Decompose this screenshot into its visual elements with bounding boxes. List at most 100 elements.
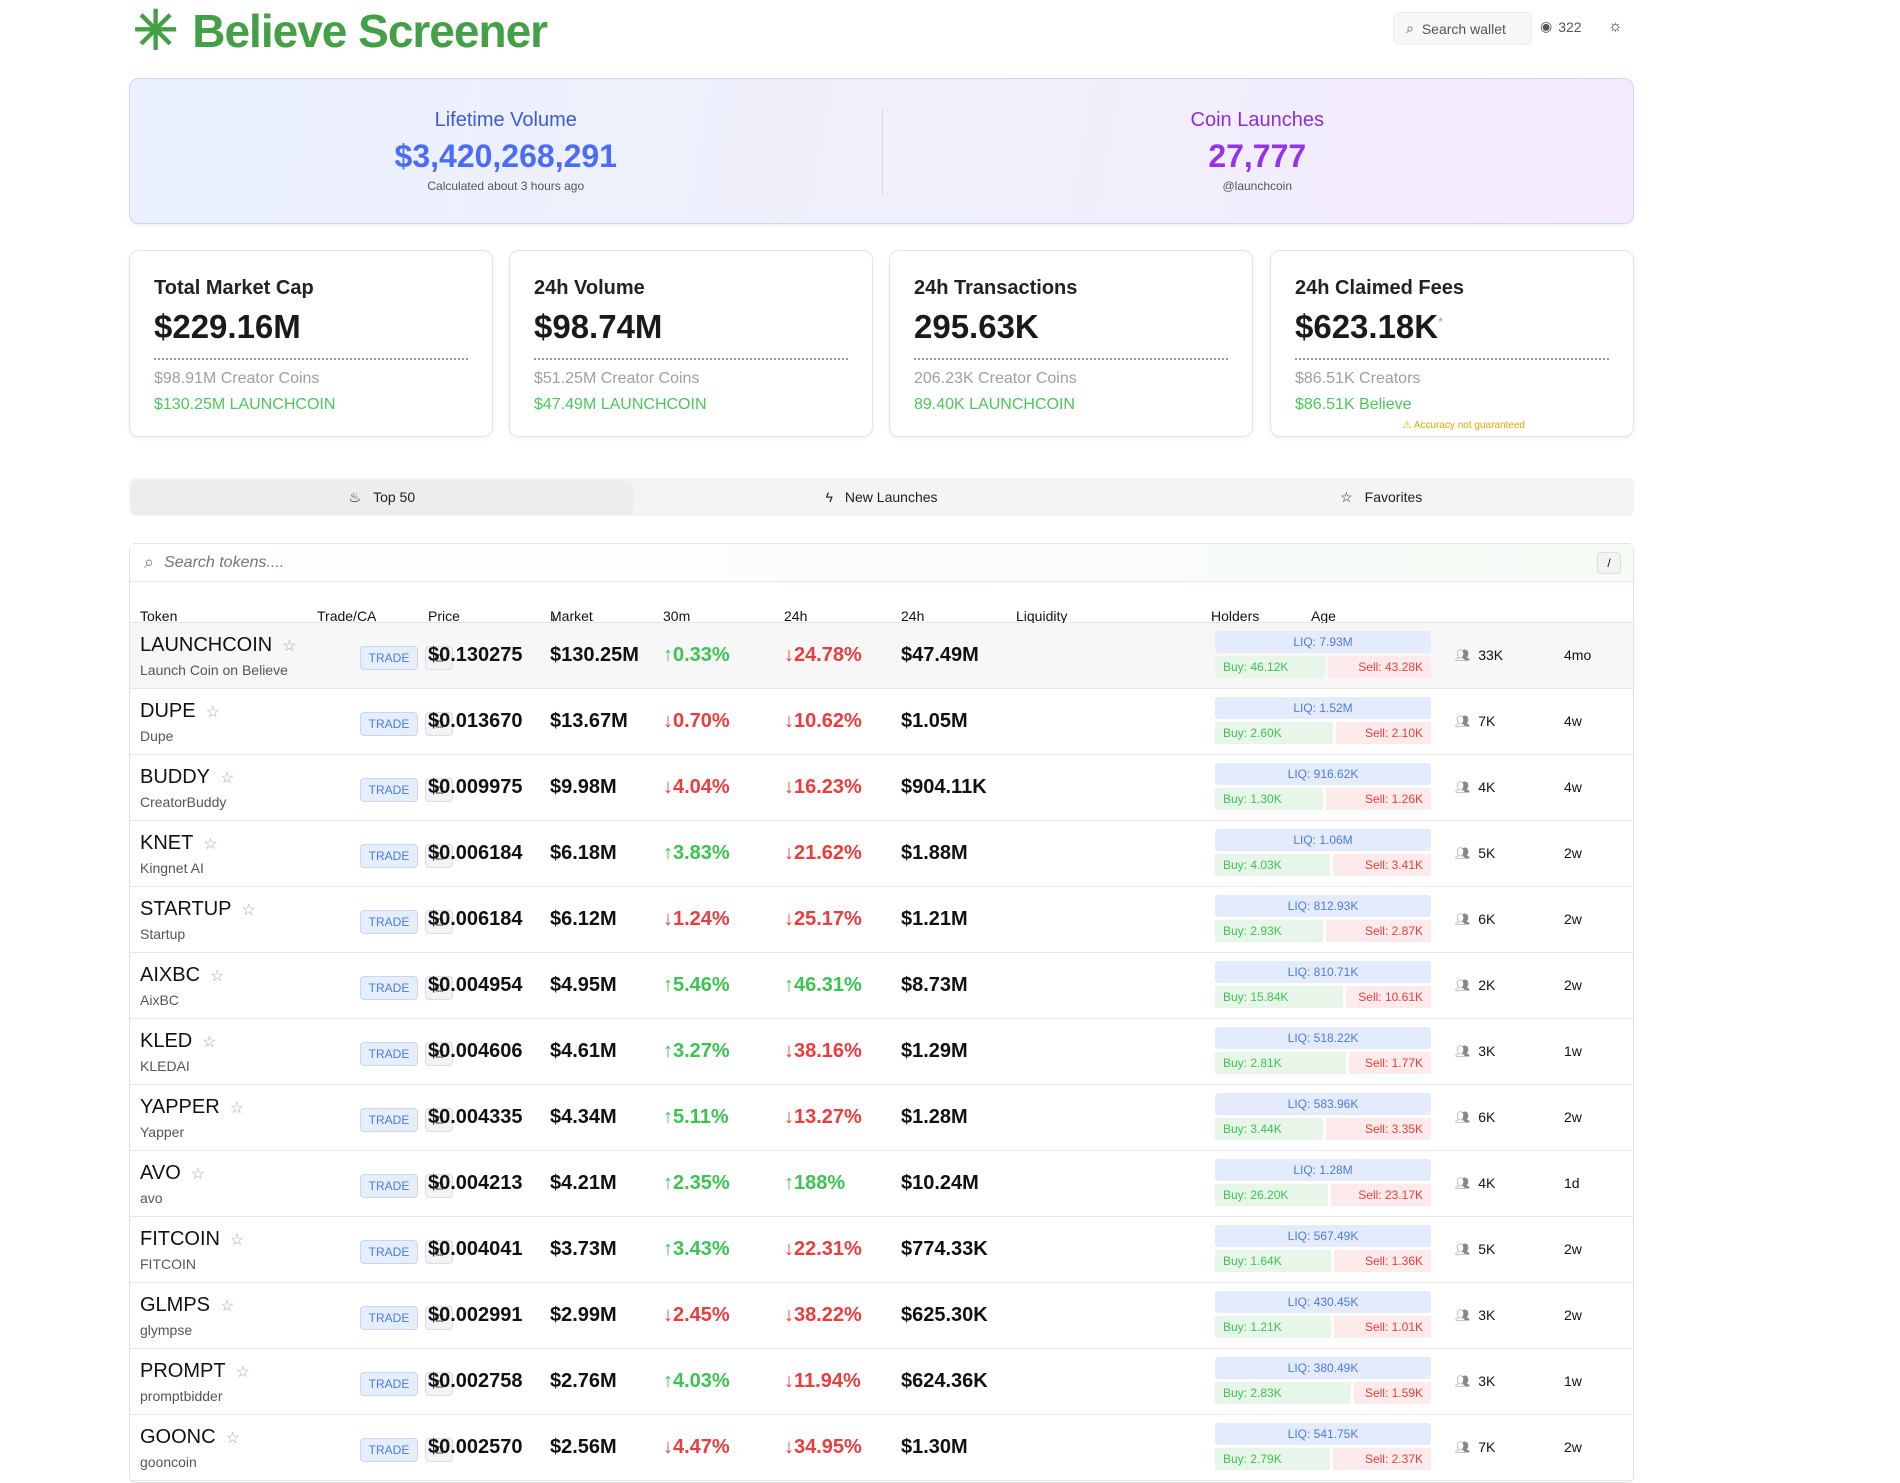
table-row[interactable]: STARTUP ☆ Startup TRADE ⧉ $0.006184 $6.12…	[130, 887, 1633, 953]
token-symbol[interactable]: KNET	[140, 832, 193, 855]
arrow-down-icon: ↓	[784, 1238, 794, 1260]
token-symbol[interactable]: YAPPER	[140, 1096, 220, 1119]
tab-favorites[interactable]: ☆ Favorites	[1131, 481, 1631, 513]
trade-button[interactable]: TRADE	[360, 646, 418, 670]
favorite-star-icon[interactable]: ☆	[202, 1032, 216, 1052]
liquidity-badge: LIQ: 583.96K	[1215, 1093, 1431, 1115]
stat-launchcoin-line: $130.25M LAUNCHCOIN	[154, 396, 336, 413]
trade-button[interactable]: TRADE	[360, 1042, 418, 1066]
trade-button[interactable]: TRADE	[360, 1306, 418, 1330]
price: $0.002570	[428, 1436, 523, 1458]
sell-count: Sell: 1.01K	[1334, 1316, 1431, 1338]
change-24h: ↓38.22%	[784, 1304, 862, 1327]
holders-value: 33K	[1478, 647, 1504, 663]
market-cap: $9.98M	[550, 776, 617, 798]
trade-button[interactable]: TRADE	[360, 1108, 418, 1132]
change-24h: ↓34.95%	[784, 1436, 862, 1459]
dotted-divider	[1295, 358, 1609, 360]
stat-title: 24h Volume	[534, 277, 645, 299]
table-row[interactable]: KNET ☆ Kingnet AI TRADE ⧉ $0.006184 $6.18…	[130, 821, 1633, 887]
favorite-star-icon[interactable]: ☆	[230, 1098, 244, 1118]
table-row[interactable]: AIXBC ☆ AixBC TRADE ⧉ $0.004954 $4.95M ↑5…	[130, 953, 1633, 1019]
token-symbol[interactable]: AIXBC	[140, 964, 200, 987]
token-symbol[interactable]: GLMPS	[140, 1294, 210, 1317]
token-symbol[interactable]: AVO	[140, 1162, 181, 1185]
stat-creator-line: $86.51K Creators	[1295, 370, 1421, 387]
table-header: TokenTrade/CAPriceMarket Cap ↓30m Change…	[130, 582, 1633, 672]
token-symbol[interactable]: KLED	[140, 1030, 192, 1053]
theme-toggle-sun-icon[interactable]: ☼	[1608, 18, 1623, 36]
token-symbol[interactable]: GOONC	[140, 1426, 216, 1449]
sell-count: Sell: 23.17K	[1331, 1184, 1431, 1206]
market-cap: $2.99M	[550, 1304, 617, 1326]
logo[interactable]: ✳ Believe Screener	[133, 4, 548, 58]
favorite-star-icon[interactable]: ☆	[230, 1230, 244, 1250]
table-row[interactable]: FITCOIN ☆ FITCOIN TRADE ⧉ $0.004041 $3.73…	[130, 1217, 1633, 1283]
table-row[interactable]: AVO ☆ avo TRADE ⧉ $0.004213 $4.21M ↑2.35%…	[130, 1151, 1633, 1217]
table-row[interactable]: PROMPT ☆ promptbidder TRADE ⧉ $0.002758 $…	[130, 1349, 1633, 1415]
token-symbol[interactable]: STARTUP	[140, 898, 232, 921]
volume-24h: $625.30K	[901, 1304, 988, 1326]
table-row[interactable]: LAUNCHCOIN ☆ Launch Coin on Believe TRADE…	[130, 623, 1633, 689]
holders-value: 4K	[1478, 1175, 1496, 1191]
arrow-down-icon: ↓	[784, 644, 794, 666]
stat-value: 295.63K	[914, 308, 1228, 346]
market-cap: $4.61M	[550, 1040, 617, 1062]
buy-count: Buy: 26.20K	[1215, 1184, 1328, 1206]
token-symbol[interactable]: FITCOIN	[140, 1228, 220, 1251]
token-name: FITCOIN	[140, 1256, 196, 1272]
token-symbol[interactable]: BUDDY	[140, 766, 210, 789]
volume-24h: $1.28M	[901, 1106, 968, 1128]
token-name: Launch Coin on Believe	[140, 662, 288, 678]
change-30m: ↑0.33%	[663, 644, 730, 667]
search-wallet-button[interactable]: ⌕ Search wallet	[1393, 12, 1532, 45]
arrow-up-icon: ↑	[663, 1106, 673, 1128]
favorite-star-icon[interactable]: ☆	[242, 900, 256, 920]
column-header-label: Age	[1311, 608, 1336, 624]
change-24h: ↓22.31%	[784, 1238, 862, 1261]
table-row[interactable]: GOONC ☆ gooncoin TRADE ⧉ $0.002570 $2.56M…	[130, 1415, 1633, 1481]
trade-button[interactable]: TRADE	[360, 1174, 418, 1198]
trade-button[interactable]: TRADE	[360, 712, 418, 736]
table-row[interactable]: BUDDY ☆ CreatorBuddy TRADE ⧉ $0.009975 $9…	[130, 755, 1633, 821]
table-row[interactable]: GLMPS ☆ glympse TRADE ⧉ $0.002991 $2.99M …	[130, 1283, 1633, 1349]
sell-count: Sell: 1.59K	[1354, 1382, 1431, 1404]
trade-button[interactable]: TRADE	[360, 778, 418, 802]
arrow-up-icon: ↑	[663, 842, 673, 864]
holders: 👥︎ 6K	[1455, 1109, 1495, 1125]
tab-top-50[interactable]: ♨ Top 50	[132, 481, 632, 513]
favorite-star-icon[interactable]: ☆	[226, 1428, 240, 1448]
favorite-star-icon[interactable]: ☆	[210, 966, 224, 986]
favorite-star-icon[interactable]: ☆	[282, 636, 296, 656]
token-symbol[interactable]: DUPE	[140, 700, 196, 723]
search-tokens-input[interactable]	[164, 553, 1465, 572]
stat-launchcoin-line: 89.40K LAUNCHCOIN	[914, 396, 1075, 413]
favorite-star-icon[interactable]: ☆	[236, 1362, 250, 1382]
token-symbol[interactable]: LAUNCHCOIN	[140, 634, 272, 657]
tab-new-launches[interactable]: ϟ New Launches	[632, 481, 1132, 513]
favorite-star-icon[interactable]: ☆	[220, 768, 234, 788]
lifetime-volume-value: $3,420,268,291	[394, 138, 617, 174]
change-30m-value: 0.70%	[673, 710, 730, 732]
token-symbol[interactable]: PROMPT	[140, 1360, 226, 1383]
trade-button[interactable]: TRADE	[360, 1372, 418, 1396]
trade-button[interactable]: TRADE	[360, 910, 418, 934]
sell-count: Sell: 3.41K	[1333, 854, 1431, 876]
trade-button[interactable]: TRADE	[360, 844, 418, 868]
trade-button[interactable]: TRADE	[360, 1240, 418, 1264]
age: 1w	[1564, 1043, 1582, 1059]
favorite-star-icon[interactable]: ☆	[203, 834, 217, 854]
users-icon: 👥︎	[1455, 978, 1471, 992]
age: 2w	[1564, 1439, 1582, 1455]
table-row[interactable]: YAPPER ☆ Yapper TRADE ⧉ $0.004335 $4.34M …	[130, 1085, 1633, 1151]
price: $0.004335	[428, 1106, 523, 1128]
favorite-star-icon[interactable]: ☆	[191, 1164, 205, 1184]
trade-button[interactable]: TRADE	[360, 976, 418, 1000]
stat-value: $229.16M	[154, 308, 468, 346]
accuracy-warning: ⚠ Accuracy not guaranteed	[1295, 420, 1609, 431]
table-row[interactable]: KLED ☆ KLEDAI TRADE ⧉ $0.004606 $4.61M ↑3…	[130, 1019, 1633, 1085]
favorite-star-icon[interactable]: ☆	[220, 1296, 234, 1316]
table-row[interactable]: DUPE ☆ Dupe TRADE ⧉ $0.013670 $13.67M ↓0.…	[130, 689, 1633, 755]
trade-button[interactable]: TRADE	[360, 1438, 418, 1462]
favorite-star-icon[interactable]: ☆	[206, 702, 220, 722]
